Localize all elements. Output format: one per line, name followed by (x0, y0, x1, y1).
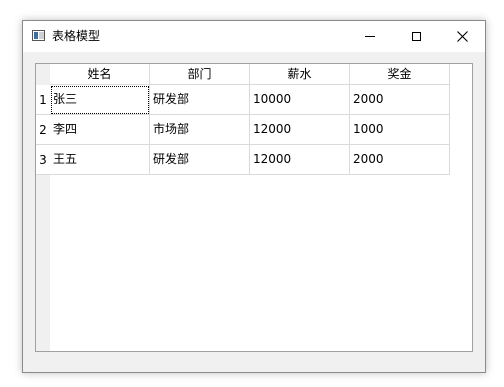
row-header-2[interactable]: 2 (36, 115, 50, 145)
column-header-salary[interactable]: 薪水 (250, 64, 350, 85)
table-row: 李四 市场部 12000 1000 (50, 115, 450, 145)
minimize-button[interactable] (347, 21, 393, 52)
table-cell-salary[interactable]: 12000 (250, 145, 350, 175)
maximize-icon (411, 32, 421, 41)
app-window: 表格模型 1 2 3 姓名 部门 薪水 奖金 张三 研发部 10000 2000… (22, 20, 486, 373)
table-cell-department[interactable]: 研发部 (150, 85, 250, 115)
table-corner-button[interactable] (36, 64, 50, 85)
table-cell-name[interactable]: 王五 (50, 145, 150, 175)
table-row: 王五 研发部 12000 2000 (50, 145, 450, 175)
vertical-header: 1 2 3 (36, 85, 50, 351)
table-cell-department[interactable]: 市场部 (150, 115, 250, 145)
table-view[interactable]: 1 2 3 姓名 部门 薪水 奖金 张三 研发部 10000 2000 李四 市… (35, 63, 473, 352)
maximize-button[interactable] (393, 21, 439, 52)
title-bar[interactable]: 表格模型 (23, 21, 485, 52)
table-cell-name[interactable]: 张三 (50, 85, 150, 115)
table-cell-bonus[interactable]: 1000 (350, 115, 450, 145)
table-cell-name[interactable]: 李四 (50, 115, 150, 145)
horizontal-header: 姓名 部门 薪水 奖金 (50, 64, 450, 85)
close-icon (456, 31, 468, 42)
column-header-name[interactable]: 姓名 (50, 64, 150, 85)
app-icon (32, 30, 45, 41)
window-title: 表格模型 (52, 29, 101, 43)
row-header-3[interactable]: 3 (36, 145, 50, 175)
column-header-bonus[interactable]: 奖金 (350, 64, 450, 85)
row-header-1[interactable]: 1 (36, 85, 50, 115)
table-cell-bonus[interactable]: 2000 (350, 85, 450, 115)
table-cell-salary[interactable]: 12000 (250, 115, 350, 145)
minimize-icon (365, 36, 375, 37)
column-header-department[interactable]: 部门 (150, 64, 250, 85)
table-cell-bonus[interactable]: 2000 (350, 145, 450, 175)
table-cell-salary[interactable]: 10000 (250, 85, 350, 115)
table-cell-department[interactable]: 研发部 (150, 145, 250, 175)
table-row: 张三 研发部 10000 2000 (50, 85, 450, 115)
close-button[interactable] (439, 21, 485, 52)
